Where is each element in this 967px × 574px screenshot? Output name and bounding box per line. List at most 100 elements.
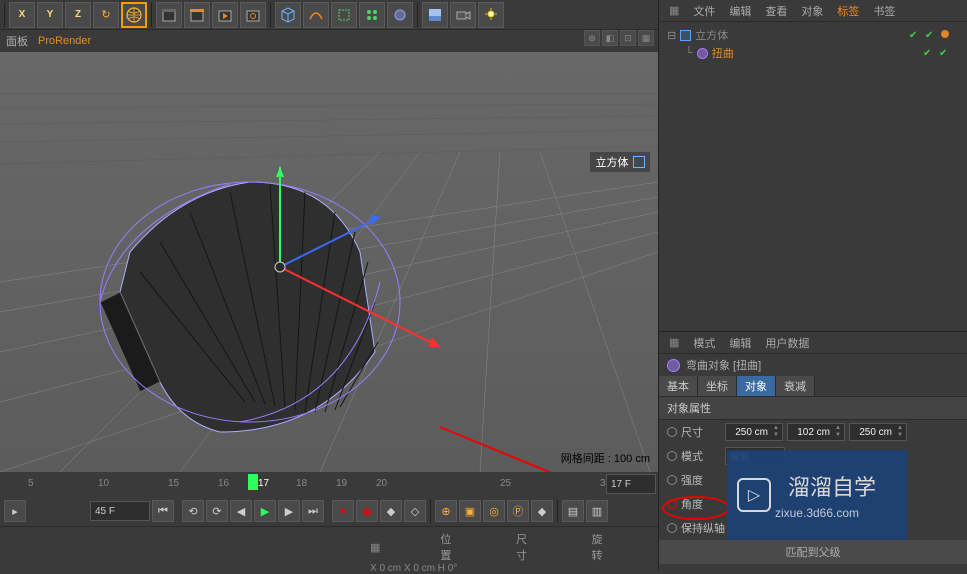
watermark-url: zixue.3d66.com xyxy=(775,506,859,520)
tab-falloff[interactable]: 衰减 xyxy=(776,376,815,396)
forward-button[interactable]: ⟳ xyxy=(206,500,228,522)
step-fwd-button[interactable]: ▶ xyxy=(278,500,300,522)
floor-icon[interactable] xyxy=(422,2,448,28)
cube-icon xyxy=(680,30,691,41)
take-picture-icon[interactable] xyxy=(156,2,182,28)
step-back-button[interactable]: ◀ xyxy=(230,500,252,522)
menu-file[interactable]: 文件 xyxy=(693,3,715,19)
mode-label: 模式 xyxy=(681,448,721,464)
section-object-props: 对象属性 xyxy=(659,396,967,420)
viewport-menu: 面板 ProRender ⊕ ◧ ⊡ ▦ xyxy=(0,30,658,52)
bend-icon xyxy=(667,359,680,372)
dopesheet-icon[interactable]: ▤ xyxy=(562,500,584,522)
keyframe-tool-1[interactable]: ◆ xyxy=(380,500,402,522)
axis-z-button[interactable]: Z xyxy=(65,2,91,28)
autokey-button[interactable]: ◉ xyxy=(356,500,378,522)
tab-coord[interactable]: 坐标 xyxy=(698,376,737,396)
anim-dot[interactable] xyxy=(667,451,677,461)
size-z-field[interactable]: 250 cm▲▼ xyxy=(849,423,907,441)
playhead[interactable] xyxy=(248,474,258,490)
object-hierarchy[interactable]: ⊟ 立方体 ✔✔ └ 扭曲 ✔✔ xyxy=(659,22,967,332)
fit-parent-button[interactable]: 匹配到父级 xyxy=(659,540,967,564)
size-x-field[interactable]: 250 cm▲▼ xyxy=(725,423,783,441)
goto-start-button[interactable]: ▸ xyxy=(4,500,26,522)
object-manager-menu: ▦ 文件 编辑 查看 对象 标签 书签 xyxy=(659,0,967,22)
tick: 25 xyxy=(500,478,511,489)
cloner-icon[interactable] xyxy=(387,2,413,28)
menu-bookmarks[interactable]: 书签 xyxy=(873,3,895,19)
cube-icon xyxy=(633,156,645,168)
render-pv-icon[interactable] xyxy=(212,2,238,28)
axis-x-button[interactable]: X xyxy=(9,2,35,28)
orbit-icon[interactable]: ↻ xyxy=(93,2,119,28)
camera-icon[interactable] xyxy=(450,2,476,28)
attr-tabs: 基本 坐标 对象 衰减 xyxy=(659,376,967,396)
current-frame-field[interactable]: 17 F xyxy=(606,474,656,494)
spline-icon[interactable] xyxy=(303,2,329,28)
top-toolbar: X Y Z ↻ xyxy=(0,0,658,30)
move-key-button[interactable]: ⊕ xyxy=(435,500,457,522)
deformer-icon[interactable] xyxy=(359,2,385,28)
transport-bar: ▸ 45 F ⏮ ⟲ ⟳ ◀ ▶ ▶ ⏭ ● ◉ ◆ ◇ ⊕ ▣ ◎ Ⓟ ◆ ▤… xyxy=(0,496,658,526)
tick: 19 xyxy=(336,478,347,489)
keyframe-tool-2[interactable]: ◇ xyxy=(404,500,426,522)
watermark-text: 溜溜自学 xyxy=(788,470,876,502)
size-y-field[interactable]: 102 cm▲▼ xyxy=(787,423,845,441)
viewport-nav-icon-1[interactable]: ⊕ xyxy=(584,30,600,46)
menu-view[interactable]: 查看 xyxy=(765,3,787,19)
end-frame-field[interactable]: 45 F xyxy=(90,501,150,521)
light-icon[interactable] xyxy=(478,2,504,28)
tab-object[interactable]: 对象 xyxy=(737,376,776,396)
viewport-nav-icon-2[interactable]: ◧ xyxy=(602,30,618,46)
render-toggle[interactable]: ✔ xyxy=(925,30,935,40)
bend-icon xyxy=(697,48,708,59)
anim-dot[interactable] xyxy=(667,427,677,437)
hierarchy-item-bend[interactable]: 扭曲 xyxy=(712,45,734,61)
point-anim-button[interactable]: ◆ xyxy=(531,500,553,522)
menu-objects[interactable]: 对象 xyxy=(801,3,823,19)
prorender-label[interactable]: ProRender xyxy=(38,35,91,47)
attr-menu-mode[interactable]: 模式 xyxy=(693,335,715,351)
menu-tags[interactable]: 标签 xyxy=(837,3,859,19)
hierarchy-item-cube[interactable]: 立方体 xyxy=(695,27,728,43)
tab-basic[interactable]: 基本 xyxy=(659,376,698,396)
attr-menu-userdata[interactable]: 用户数据 xyxy=(765,335,809,351)
visibility-toggle[interactable]: ✔ xyxy=(909,30,919,40)
viewport-nav-icon-3[interactable]: ⊡ xyxy=(620,30,636,46)
timeline-ruler[interactable]: 5 10 15 16 17 18 19 20 25 30 17 F xyxy=(0,472,658,496)
rotate-key-button[interactable]: ◎ xyxy=(483,500,505,522)
go-first-button[interactable]: ⏮ xyxy=(152,500,174,522)
angle-label: 角度 xyxy=(681,496,721,512)
record-button[interactable]: ● xyxy=(332,500,354,522)
render-toggle[interactable]: ✔ xyxy=(939,48,949,58)
render-region-icon[interactable] xyxy=(184,2,210,28)
grid-info-label: 网格间距 : 100 cm xyxy=(561,450,650,466)
attr-header: 弯曲对象 [扭曲] xyxy=(659,354,967,376)
render-settings-icon[interactable] xyxy=(240,2,266,28)
prop-size: 尺寸 250 cm▲▼ 102 cm▲▼ 250 cm▲▼ xyxy=(659,420,967,444)
anim-dot[interactable] xyxy=(667,499,677,509)
scale-key-button[interactable]: ▣ xyxy=(459,500,481,522)
fcurve-icon[interactable]: ▥ xyxy=(586,500,608,522)
world-icon[interactable] xyxy=(121,2,147,28)
generator-icon[interactable] xyxy=(331,2,357,28)
tick: 17 xyxy=(258,478,269,489)
play-button[interactable]: ▶ xyxy=(254,500,276,522)
anim-dot[interactable] xyxy=(667,523,677,533)
viewport-nav-icon-4[interactable]: ▦ xyxy=(638,30,654,46)
tick: 18 xyxy=(296,478,307,489)
rotation-label: 旋转 xyxy=(591,531,607,563)
rewind-button[interactable]: ⟲ xyxy=(182,500,204,522)
panel-label: 面板 xyxy=(6,33,28,49)
go-last-button[interactable]: ⏭ xyxy=(302,500,324,522)
attr-menu-edit[interactable]: 编辑 xyxy=(729,335,751,351)
pla-button[interactable]: Ⓟ xyxy=(507,500,529,522)
menu-edit[interactable]: 编辑 xyxy=(729,3,751,19)
cube-primitive-icon[interactable] xyxy=(275,2,301,28)
visibility-toggle[interactable]: ✔ xyxy=(923,48,933,58)
play-icon: ▷ xyxy=(737,478,771,512)
anim-dot[interactable] xyxy=(667,475,677,485)
tag-dot[interactable] xyxy=(941,30,949,38)
viewport[interactable]: 立方体 网格间距 : 100 cm xyxy=(0,52,658,472)
axis-y-button[interactable]: Y xyxy=(37,2,63,28)
